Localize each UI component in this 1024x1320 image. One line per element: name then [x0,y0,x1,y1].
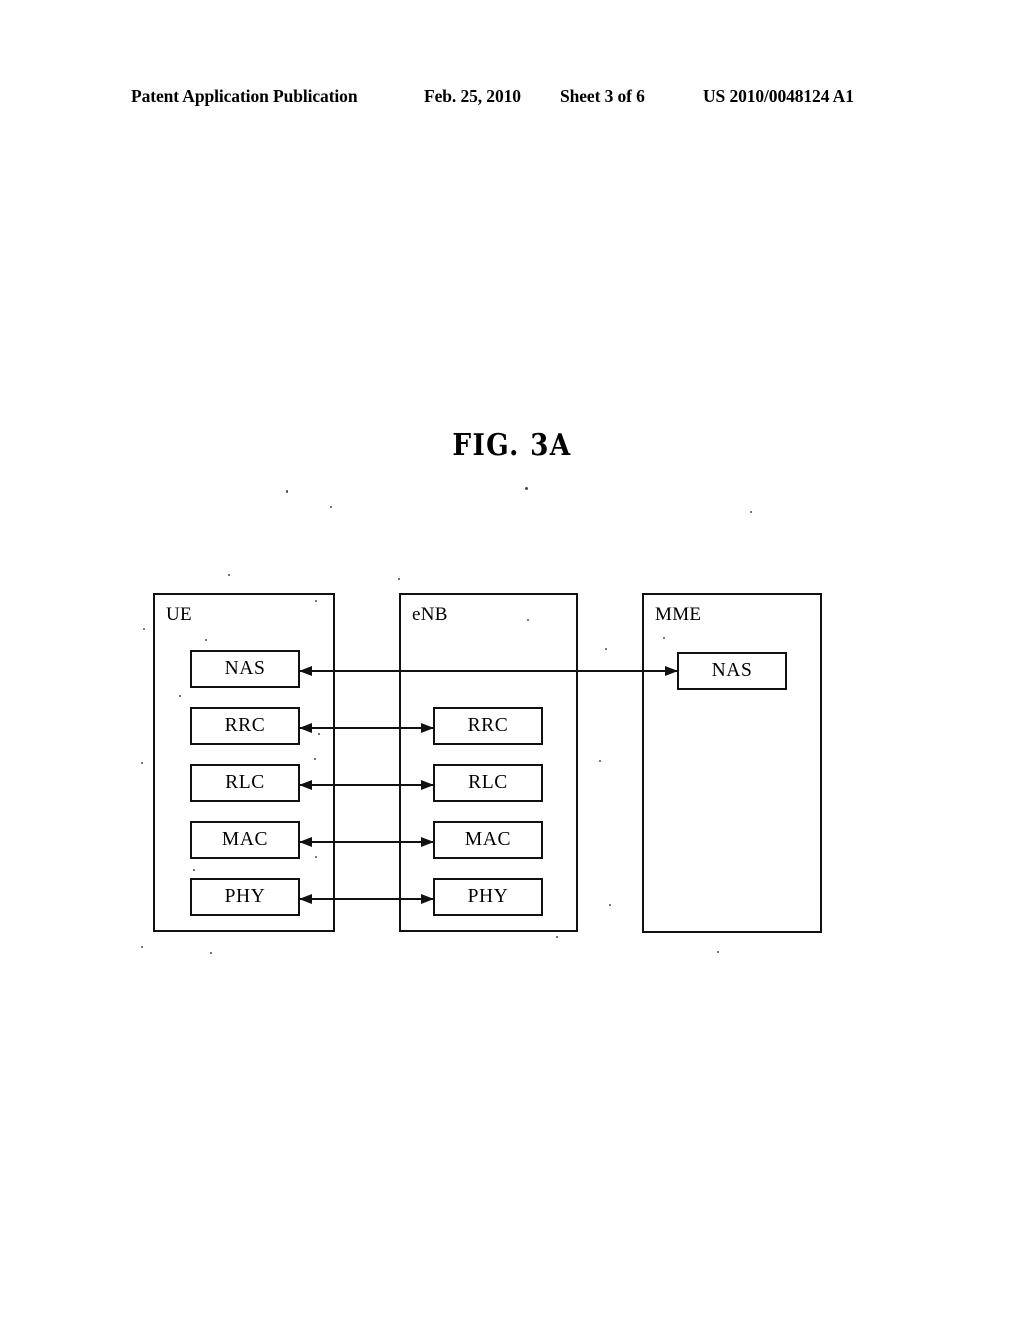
scan-speckle [315,856,317,858]
enb-layer-phy: PHY [433,878,543,916]
scan-speckle [330,506,332,508]
connector-rlc-ue-enb [299,779,434,790]
connector-rrc-ue-enb [299,722,434,733]
scan-speckle [717,951,719,953]
figure-3a-diagram: UE eNB MME NAS RRC RLC MAC PHY RRC RLC M… [0,0,1024,1320]
scan-speckle [398,578,400,580]
enb-layer-mac: MAC [433,821,543,859]
scan-speckle [205,639,207,641]
enb-layer-rlc: RLC [433,764,543,802]
entity-mme: MME [642,593,822,933]
scan-speckle [228,574,230,576]
scan-speckle [193,869,195,871]
entity-mme-label: MME [655,604,702,625]
entity-enb-label: eNB [412,604,448,625]
scan-speckle [210,952,212,954]
scan-speckle [605,648,607,650]
scan-speckle [599,760,601,762]
scan-speckle [141,762,143,764]
scan-speckle [141,946,143,948]
scan-speckle [179,695,181,697]
ue-layer-rlc: RLC [190,764,300,802]
scan-speckle [314,758,316,760]
scan-speckle [556,936,558,938]
scan-speckle [750,511,752,513]
connector-phy-ue-enb [299,893,434,904]
scan-speckle [663,637,665,639]
ue-layer-nas: NAS [190,650,300,688]
scan-speckle [525,487,528,490]
mme-layer-nas: NAS [677,652,787,690]
entity-ue-label: UE [166,604,192,625]
enb-layer-rrc: RRC [433,707,543,745]
connector-nas-ue-mme [299,665,678,676]
scan-speckle [318,733,320,735]
scan-speckle [609,904,611,906]
ue-layer-mac: MAC [190,821,300,859]
scan-speckle [143,628,145,630]
scan-speckle [286,490,288,493]
ue-layer-phy: PHY [190,878,300,916]
ue-layer-rrc: RRC [190,707,300,745]
scan-speckle [527,619,529,621]
scan-speckle [315,600,317,602]
connector-mac-ue-enb [299,836,434,847]
